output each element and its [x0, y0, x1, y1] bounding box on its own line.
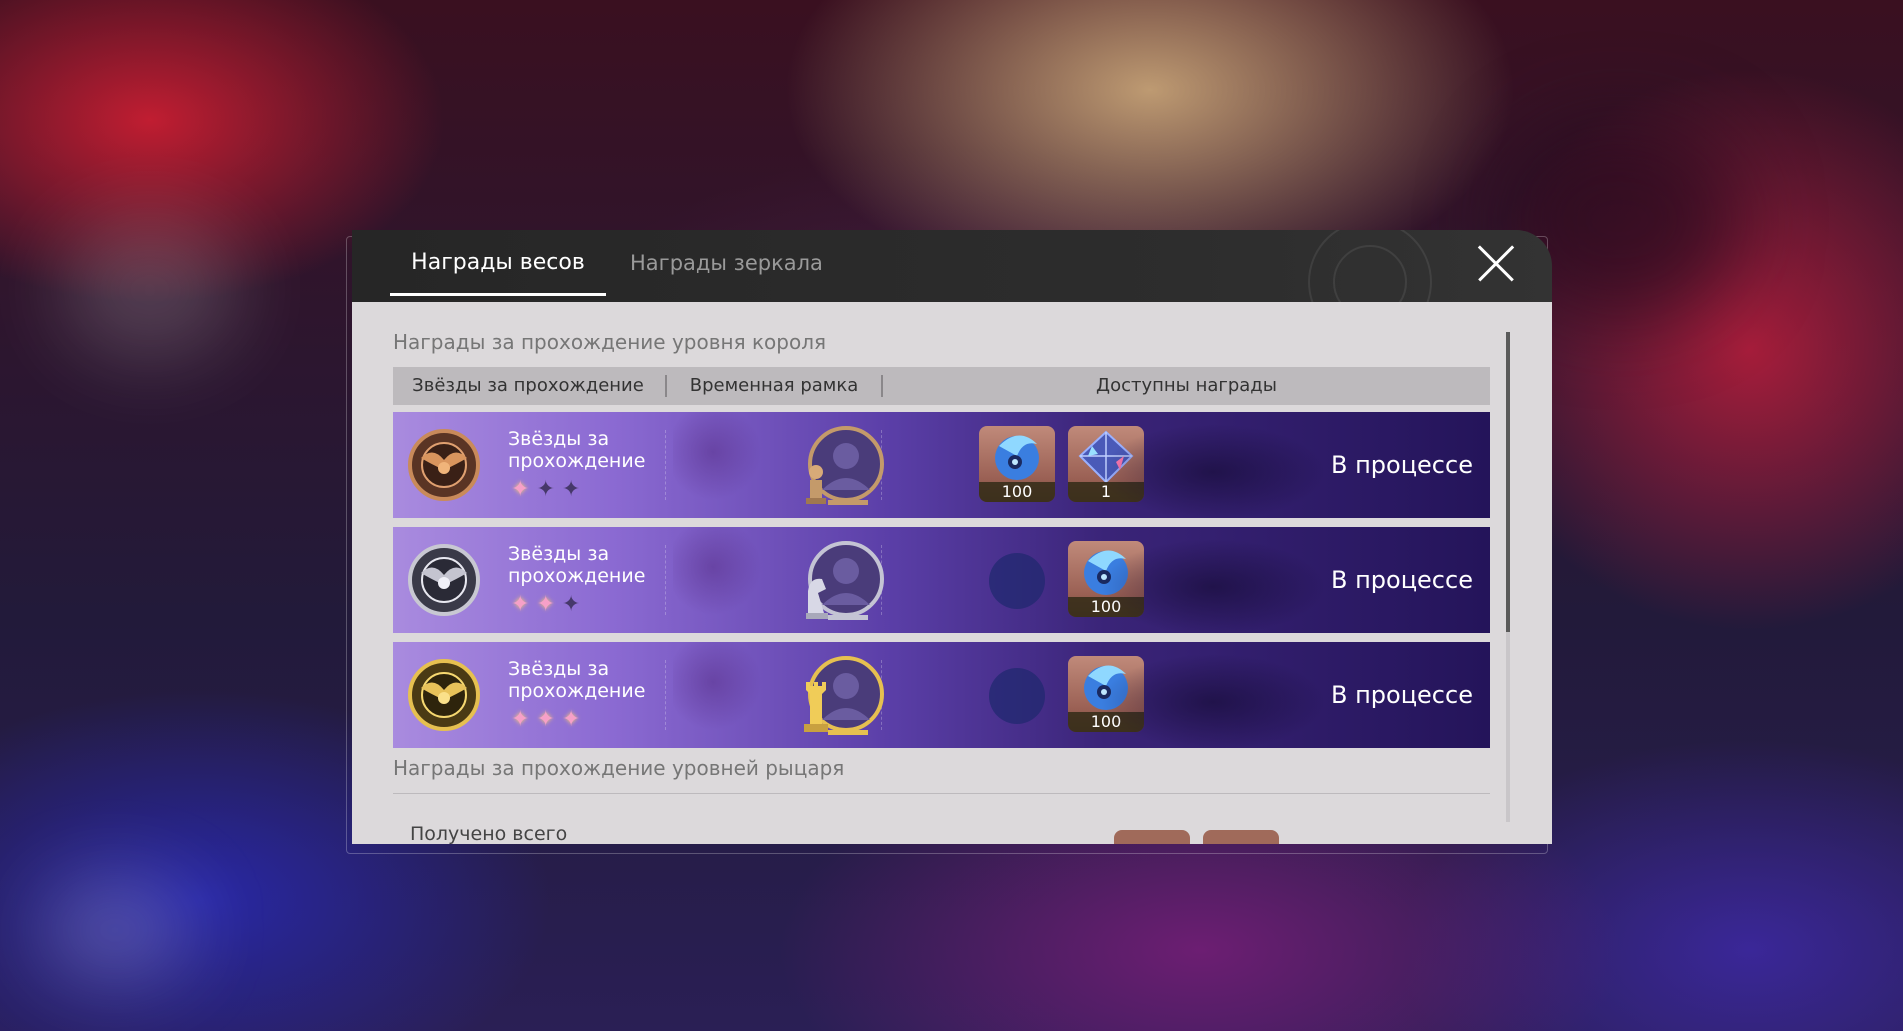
star-rating: ✦✦✦ — [511, 478, 587, 502]
bronze-pawn-frame-icon — [806, 426, 884, 505]
star-icon: ✦ — [561, 707, 588, 732]
reward-quantity: 100 — [1068, 597, 1144, 617]
silver-medal-icon — [408, 544, 480, 616]
reward-item[interactable] — [1114, 830, 1190, 844]
star-icon: ✦ — [561, 592, 588, 617]
blue-orb-icon — [1084, 550, 1128, 595]
status-label: В процессе — [1331, 681, 1473, 709]
dialog-body: Награды за прохождение уровня короля Звё… — [352, 302, 1552, 844]
star-icon: ✦ — [536, 707, 562, 732]
star-icon: ✦ — [536, 592, 562, 617]
blue-orb-icon — [995, 435, 1039, 480]
section-divider — [393, 793, 1490, 794]
dialog-header: Награды весов Награды зеркала — [352, 230, 1552, 302]
crystal-die-icon — [1078, 430, 1134, 484]
gold-rook-frame-icon — [804, 656, 884, 735]
reward-item[interactable] — [1203, 830, 1279, 844]
silver-knight-frame-icon — [806, 541, 884, 620]
star-icon: ✦ — [536, 477, 562, 502]
row-divider — [665, 660, 666, 730]
blue-orb-silhouette — [989, 553, 1045, 609]
section-title-knight: Награды за прохождение уровней рыцаря — [393, 756, 845, 780]
row-label: Звёзды за прохождение — [508, 543, 646, 587]
reward-item[interactable]: 100 — [1068, 656, 1144, 732]
reward-item[interactable]: 100 — [1068, 541, 1144, 617]
reward-quantity: 100 — [1068, 712, 1144, 732]
reward-quantity: 100 — [979, 482, 1055, 502]
scrollbar-thumb[interactable] — [1506, 332, 1510, 632]
row-divider — [665, 430, 666, 500]
star-icon: ✦ — [561, 477, 588, 502]
table-header: Звёзды за прохождение Временная рамка ав… — [393, 367, 1490, 434]
table-row: Звёзды за прохождение ✦✦✦ — [393, 642, 1490, 748]
blue-orb-silhouette — [989, 668, 1045, 724]
close-button[interactable] — [1476, 244, 1516, 284]
tab-scales-rewards[interactable]: Награды весов — [390, 230, 606, 302]
status-label: В процессе — [1331, 451, 1473, 479]
status-label: В процессе — [1331, 566, 1473, 594]
rewards-dialog: Награды весов Награды зеркала Награды за… — [346, 230, 1552, 854]
table-row: Звёзды за прохождение ✦✦✦ — [393, 527, 1490, 633]
total-received-label: Получено всего — [410, 823, 568, 844]
reward-quantity: 1 — [1068, 482, 1144, 502]
bronze-medal-icon — [408, 429, 480, 501]
row-label: Звёзды за прохождение — [508, 428, 646, 472]
star-rating: ✦✦✦ — [511, 708, 587, 732]
row-divider — [665, 545, 666, 615]
column-header-rewards: Доступны награды — [1096, 375, 1277, 396]
reward-item[interactable]: 100 — [979, 426, 1055, 502]
column-header-stars: Звёзды за прохождение — [412, 375, 644, 396]
section-title-king: Награды за прохождение уровня короля — [393, 330, 827, 354]
column-header-frame: Временная рамка аватара — [689, 375, 859, 434]
star-icon: ✦ — [511, 707, 537, 732]
gold-medal-icon — [408, 659, 480, 731]
star-icon: ✦ — [511, 477, 537, 502]
star-icon: ✦ — [511, 592, 537, 617]
row-label: Звёзды за прохождение — [508, 658, 646, 702]
tab-mirror-rewards[interactable]: Награды зеркала — [630, 230, 823, 302]
table-row: Звёзды за прохождение ✦✦✦ — [393, 412, 1490, 518]
reward-item[interactable]: 1 — [1068, 426, 1144, 502]
star-rating: ✦✦✦ — [511, 593, 587, 617]
blue-orb-icon — [1084, 665, 1128, 710]
